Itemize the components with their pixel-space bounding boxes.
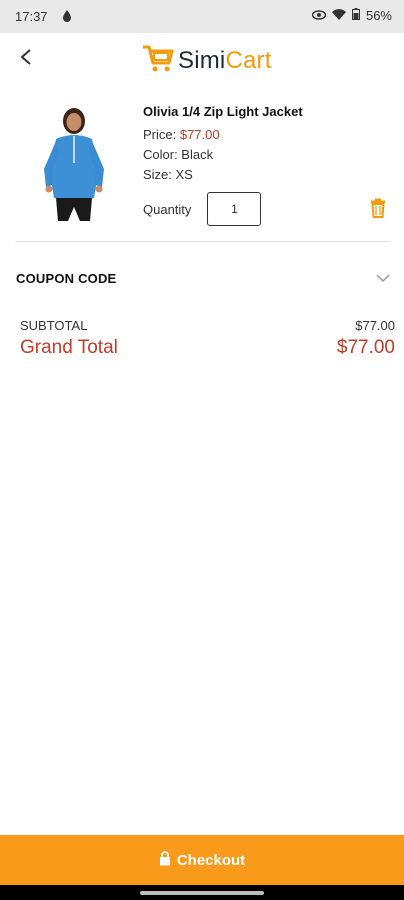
logo-text: SimiCart <box>178 47 272 75</box>
app-header: SimiCart <box>0 33 404 91</box>
quantity-row: Quantity 1 <box>143 192 262 226</box>
logo-cart: Cart <box>225 47 272 74</box>
subtotal-value: $77.00 <box>355 318 395 333</box>
wifi-icon <box>331 8 346 23</box>
subtotal-row: SUBTOTAL $77.00 <box>20 318 395 333</box>
price-label: Price: <box>143 127 180 142</box>
chevron-down-icon <box>376 270 390 288</box>
grand-total-label: Grand Total <box>20 337 118 358</box>
logo-simi: Simi <box>178 47 226 74</box>
simicart-logo: SimiCart <box>140 45 272 77</box>
grand-total-value: $77.00 <box>336 337 395 358</box>
trash-icon <box>370 198 386 222</box>
home-handle[interactable] <box>140 891 264 895</box>
price-value: $77.00 <box>179 127 220 142</box>
status-bar: 17:37 56% <box>0 0 404 33</box>
coupon-label: COUPON CODE <box>16 271 117 286</box>
battery-icon <box>351 8 360 23</box>
back-arrow-icon <box>19 48 33 71</box>
quantity-input[interactable]: 1 <box>207 192 262 226</box>
battery-percent: 56% <box>365 8 392 23</box>
system-nav-bar <box>0 885 404 900</box>
product-info: Olivia 1/4 Zip Light Jacket Price: $77.0… <box>143 104 343 187</box>
product-name[interactable]: Olivia 1/4 Zip Light Jacket <box>143 104 343 119</box>
product-price: Price: $77.00 <box>143 127 343 143</box>
product-color: Color: Black <box>143 147 214 162</box>
checkout-button[interactable]: Checkout <box>0 835 404 885</box>
cart-item: Olivia 1/4 Zip Light Jacket Price: $77.0… <box>0 95 404 241</box>
status-icons: 56% <box>311 8 392 23</box>
cart-logo-icon <box>140 44 174 79</box>
drop-icon <box>62 10 72 25</box>
back-button[interactable] <box>14 47 38 71</box>
checkout-label: Checkout <box>176 851 246 869</box>
quantity-label: Quantity <box>143 201 192 217</box>
grand-total-row: Grand Total $77.00 <box>20 337 395 359</box>
divider <box>15 241 391 242</box>
eye-icon <box>311 8 327 23</box>
subtotal-label: SUBTOTAL <box>20 318 88 333</box>
product-image[interactable] <box>26 103 122 227</box>
remove-item-button[interactable] <box>370 198 386 220</box>
coupon-section[interactable]: COUPON CODE <box>0 260 404 296</box>
order-totals: SUBTOTAL $77.00 Grand Total $77.00 <box>20 318 395 359</box>
lock-icon <box>159 850 171 870</box>
status-time: 17:37 <box>15 9 48 24</box>
product-size: Size: XS <box>143 167 193 182</box>
